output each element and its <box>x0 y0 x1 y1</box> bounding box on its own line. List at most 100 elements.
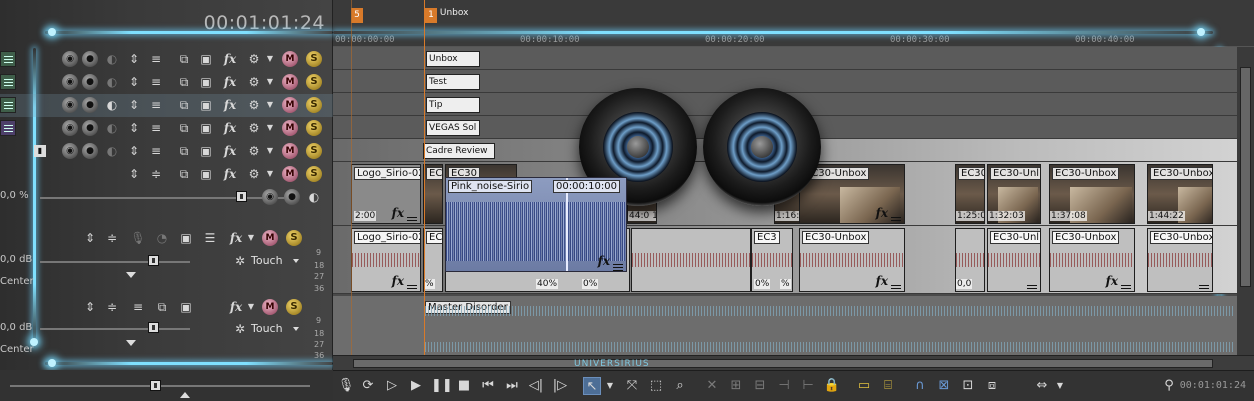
compositing-mode-icon[interactable]: ⧉ <box>176 166 192 182</box>
pan-dropdown-icon[interactable] <box>126 272 136 278</box>
automation-mode-2[interactable]: Touch <box>251 322 283 335</box>
track-fx-icon[interactable]: fx <box>222 74 238 90</box>
audio-clip[interactable]: EC3 0% % <box>751 228 793 292</box>
composite-icon[interactable]: ◐ <box>104 74 120 90</box>
parent-icon[interactable]: ▣ <box>198 74 214 90</box>
gear-icon[interactable]: ⚙ <box>246 97 262 113</box>
menu-icon[interactable]: ≡ <box>148 51 164 67</box>
mute-icon[interactable]: M <box>262 299 278 315</box>
track-fx-icon[interactable]: fx <box>228 299 244 315</box>
level-slider-track[interactable] <box>40 197 290 199</box>
horizontal-scrollbar[interactable] <box>333 355 1254 370</box>
chevron-down-icon[interactable]: ▼ <box>262 51 278 67</box>
lock-icon[interactable]: 🔒 <box>823 377 841 395</box>
trim-start-icon[interactable]: ⊣ <box>775 377 793 395</box>
chevron-down-icon[interactable] <box>293 327 299 331</box>
chevron-down-icon[interactable] <box>293 259 299 263</box>
lock-envelopes-icon[interactable]: ⊡ <box>959 377 977 395</box>
clip-menu-icon[interactable] <box>1121 285 1131 286</box>
motion-icon[interactable]: ● <box>284 189 300 205</box>
volume-slider-knob-2[interactable] <box>148 322 159 333</box>
chevron-down-icon[interactable]: ▼ <box>243 299 259 315</box>
track-motion-icon[interactable]: ● <box>82 51 98 67</box>
clip-fx-icon[interactable]: fx <box>876 206 888 220</box>
stop-icon[interactable]: ■ <box>455 377 473 395</box>
solo-icon[interactable]: S <box>306 97 322 113</box>
pause-icon[interactable]: ❚❚ <box>431 377 453 395</box>
auto-ripple-icon[interactable]: ⊠ <box>935 377 953 395</box>
track-number-3[interactable] <box>0 97 16 113</box>
track-header-1[interactable]: ◉ ● ◐ ⇕ ≡ ⧉ ▣ fx ⚙ ▼ M S <box>0 48 333 71</box>
track-fx-icon[interactable]: fx <box>228 230 244 246</box>
clip-fx-icon[interactable]: fx <box>876 274 888 288</box>
solo-icon[interactable]: S <box>306 166 322 182</box>
chevron-down-icon[interactable]: ▼ <box>262 166 278 182</box>
bypass-motion-blur-icon[interactable]: ◉ <box>62 120 78 136</box>
automation-icon[interactable]: ✲ <box>232 253 248 269</box>
collapse-icon[interactable]: ≑ <box>148 166 164 182</box>
chevron-down-icon[interactable]: ▼ <box>262 143 278 159</box>
gear-icon[interactable]: ⚙ <box>246 143 262 159</box>
mute-icon[interactable]: M <box>282 97 298 113</box>
compositing-mode-icon[interactable]: ⧉ <box>176 97 192 113</box>
loop-icon[interactable]: ⟳ <box>359 377 377 395</box>
track-motion-icon[interactable]: ● <box>82 74 98 90</box>
solo-icon[interactable]: S <box>286 299 302 315</box>
track-header-6[interactable]: ⇕ ≑ ⧉ ▣ fx ⚙ ▼ M S <box>0 163 333 186</box>
track-fx-icon[interactable]: fx <box>222 143 238 159</box>
bypass-motion-blur-icon[interactable]: ◉ <box>62 143 78 159</box>
gear-icon[interactable]: ⚙ <box>246 74 262 90</box>
clip-fx-icon[interactable]: fx <box>392 206 404 220</box>
clip-fx-icon[interactable]: fx <box>598 254 610 268</box>
region-icon[interactable]: ⌸ <box>879 377 897 395</box>
composite-icon[interactable]: ◐ <box>306 189 322 205</box>
audio-clip[interactable]: EC30-Unl <box>987 228 1041 292</box>
volume-slider-track-2[interactable] <box>40 328 190 330</box>
mute-icon[interactable]: M <box>282 74 298 90</box>
compositing-mode-icon[interactable]: ⧉ <box>176 120 192 136</box>
play-from-start-icon[interactable]: ▷ <box>383 377 401 395</box>
clip-fx-icon[interactable]: fx <box>1106 274 1118 288</box>
track-number-4[interactable] <box>0 120 16 136</box>
expand-icon[interactable]: ⇕ <box>126 120 142 136</box>
solo-icon[interactable]: S <box>306 120 322 136</box>
composite-icon[interactable]: ◐ <box>104 143 120 159</box>
audio-clip[interactable] <box>631 228 751 292</box>
vertical-scrollbar[interactable] <box>1237 47 1254 355</box>
composite-icon[interactable]: ◐ <box>104 97 120 113</box>
zoom-slider-knob[interactable] <box>150 380 161 391</box>
marker-icon[interactable]: ▭ <box>855 377 873 395</box>
track-fx-icon[interactable]: fx <box>222 120 238 136</box>
composite-icon[interactable]: ◐ <box>104 120 120 136</box>
arm-record-icon[interactable]: 🎙 <box>130 230 146 246</box>
trim-end-icon[interactable]: ⊢ <box>799 377 817 395</box>
pan-dropdown-icon[interactable] <box>126 340 136 346</box>
track-header-4[interactable]: ◉ ● ◐ ⇕ ≡ ⧉ ▣ fx ⚙ ▼ M S <box>0 117 333 140</box>
expand-icon[interactable]: ⇕ <box>126 51 142 67</box>
clip-menu-icon[interactable] <box>1027 285 1037 286</box>
solo-icon[interactable]: S <box>306 51 322 67</box>
track-motion-icon[interactable]: ● <box>82 120 98 136</box>
clip-fx-icon[interactable]: fx <box>392 274 404 288</box>
trim-icon[interactable]: ⊞ <box>727 377 745 395</box>
delete-icon[interactable]: ✕ <box>703 377 721 395</box>
mute-icon[interactable]: M <box>282 143 298 159</box>
playhead-cursor[interactable] <box>424 0 425 355</box>
level-slider-knob[interactable] <box>236 191 247 202</box>
solo-icon[interactable]: S <box>286 230 302 246</box>
menu-icon[interactable]: ≡ <box>148 143 164 159</box>
parent-icon[interactable]: ▣ <box>198 143 214 159</box>
clip-menu-icon[interactable] <box>1199 285 1209 286</box>
bypass-motion-blur-icon[interactable]: ◉ <box>62 51 78 67</box>
track-fx-icon[interactable]: fx <box>222 166 238 182</box>
horizontal-scroll-thumb[interactable] <box>353 359 1213 368</box>
track-number-2[interactable] <box>0 74 16 90</box>
compositing-mode-icon[interactable]: ⧉ <box>176 143 192 159</box>
vertical-scroll-thumb[interactable] <box>1240 67 1251 287</box>
solo-icon[interactable]: S <box>306 143 322 159</box>
expand-icon[interactable]: ⇕ <box>126 74 142 90</box>
compositing-mode-icon[interactable]: ⧉ <box>154 299 170 315</box>
track-header-5[interactable]: ▮ ◉ ● ◐ ⇕ ≡ ⧉ ▣ fx ⚙ ▼ M S <box>0 140 333 163</box>
menu-icon[interactable]: ≡ <box>148 74 164 90</box>
normal-edit-tool-icon[interactable]: ↖ <box>583 377 601 395</box>
